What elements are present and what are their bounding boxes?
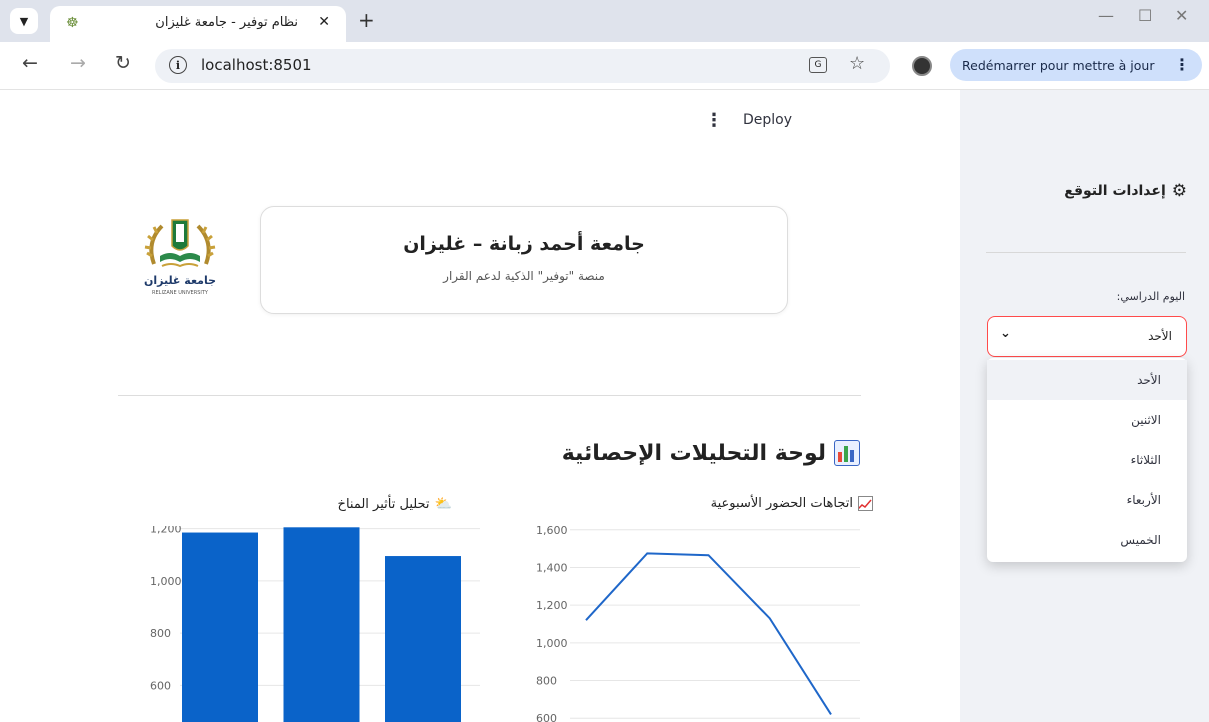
bar-chart[interactable]: 1,200 1,000 800 600 xyxy=(140,526,485,722)
y-tick-label: 600 xyxy=(536,712,557,722)
deploy-button[interactable]: Deploy xyxy=(743,112,792,128)
browser-tab-bar: ▼ ☸ نظام توفير - جامعة غليزان ✕ + — ☐ ✕ xyxy=(0,0,1209,42)
profile-avatar[interactable] xyxy=(912,56,932,76)
header-card: جامعة أحمد زبانة – غليزان منصة "توفير" ا… xyxy=(260,206,788,314)
favicon-icon: ☸ xyxy=(66,15,79,31)
y-tick-label: 1,200 xyxy=(536,599,568,612)
day-option[interactable]: الخميس xyxy=(987,520,1187,560)
close-tab-icon[interactable]: ✕ xyxy=(318,14,330,30)
line-chart[interactable]: 1,600 1,400 1,200 1,000 800 600 xyxy=(520,526,865,722)
platform-subtitle: منصة "توفير" الذكية لدعم القرار xyxy=(443,269,605,283)
main-content: ⋮ Deploy جامعة غليزان RELIZANE UNIVERSIT… xyxy=(0,90,960,722)
update-button[interactable]: Redémarrer pour mettre à jour ⋮ xyxy=(950,49,1202,81)
y-tick-label: 1,000 xyxy=(150,575,182,588)
trend-chart-icon xyxy=(858,496,873,511)
bar[interactable] xyxy=(283,527,360,722)
browser-tab[interactable]: ☸ نظام توفير - جامعة غليزان ✕ xyxy=(50,6,346,42)
day-option[interactable]: الأربعاء xyxy=(987,480,1187,520)
bar[interactable] xyxy=(182,532,258,722)
dashboard-title: لوحة التحليلات الإحصائية xyxy=(562,440,860,466)
gear-icon: ⚙ xyxy=(1171,181,1187,201)
university-name: جامعة أحمد زبانة – غليزان xyxy=(403,233,645,255)
bookmark-star-icon[interactable]: ☆ xyxy=(849,53,865,74)
new-tab-button[interactable]: + xyxy=(358,8,375,32)
sidebar: ⚙ إعدادات التوقع اليوم الدراسي: الأحد ⌄ … xyxy=(960,90,1209,722)
day-select[interactable]: الأحد ⌄ xyxy=(987,316,1187,357)
day-select-label: اليوم الدراسي: xyxy=(1116,290,1185,303)
dashboard-title-text: لوحة التحليلات الإحصائية xyxy=(561,440,826,466)
y-tick-label: 800 xyxy=(536,675,557,688)
chevron-down-icon: ▼ xyxy=(19,14,29,28)
bar-chart-title-text: تحليل تأثير المناخ xyxy=(337,496,430,512)
y-tick-label: 1,400 xyxy=(536,561,568,574)
more-menu-icon[interactable]: ⋮ xyxy=(1174,55,1190,74)
url-text: localhost:8501 xyxy=(201,56,312,74)
line-chart-title: اتجاهات الحضور الأسبوعية xyxy=(711,496,873,511)
forward-button[interactable]: → xyxy=(70,52,86,74)
app-menu-icon[interactable]: ⋮ xyxy=(705,110,723,131)
maximize-button[interactable]: ☐ xyxy=(1138,6,1152,25)
day-dropdown-list: الأحد الاثنين الثلاثاء الأربعاء الخميس xyxy=(987,358,1187,562)
update-button-label: Redémarrer pour mettre à jour xyxy=(962,57,1155,73)
bar-chart-icon xyxy=(834,440,860,466)
day-select-value: الأحد xyxy=(1148,329,1172,343)
settings-title-text: إعدادات التوقع xyxy=(1064,183,1166,199)
info-icon[interactable]: i xyxy=(169,56,187,74)
bar[interactable] xyxy=(385,556,461,722)
logo-subtext: RELIZANE UNIVERSITY xyxy=(152,290,208,296)
sidebar-divider xyxy=(986,252,1186,253)
day-option[interactable]: الأحد xyxy=(987,360,1187,400)
minimize-button[interactable]: — xyxy=(1098,6,1114,25)
y-tick-label: 800 xyxy=(150,627,171,640)
line-chart-title-text: اتجاهات الحضور الأسبوعية xyxy=(710,496,853,511)
university-logo: جامعة غليزان RELIZANE UNIVERSITY xyxy=(132,212,228,302)
sun-cloud-icon: ⛅ xyxy=(434,496,452,512)
bar-chart-title: ⛅ تحليل تأثير المناخ xyxy=(338,496,452,512)
chevron-down-icon: ⌄ xyxy=(1000,326,1011,341)
section-divider xyxy=(118,395,861,396)
browser-toolbar: ← → ↻ i localhost:8501 G ☆ Redémarrer po… xyxy=(0,42,1209,90)
translate-icon[interactable]: G xyxy=(809,57,827,73)
settings-title: ⚙ إعدادات التوقع xyxy=(1064,181,1187,201)
tab-search-button[interactable]: ▼ xyxy=(10,8,38,34)
series-line[interactable] xyxy=(585,552,832,715)
address-bar[interactable]: i localhost:8501 G ☆ xyxy=(155,49,890,83)
y-tick-label: 1,000 xyxy=(536,637,568,650)
close-window-button[interactable]: ✕ xyxy=(1175,6,1188,25)
back-button[interactable]: ← xyxy=(22,52,38,74)
reload-button[interactable]: ↻ xyxy=(115,52,131,74)
y-tick-label: 1,600 xyxy=(536,526,568,537)
tab-title: نظام توفير - جامعة غليزان xyxy=(155,15,298,30)
y-tick-label: 600 xyxy=(150,679,171,692)
logo-text: جامعة غليزان xyxy=(143,274,217,287)
day-option[interactable]: الثلاثاء xyxy=(987,440,1187,480)
day-option[interactable]: الاثنين xyxy=(987,400,1187,440)
y-tick-label: 1,200 xyxy=(150,526,182,536)
